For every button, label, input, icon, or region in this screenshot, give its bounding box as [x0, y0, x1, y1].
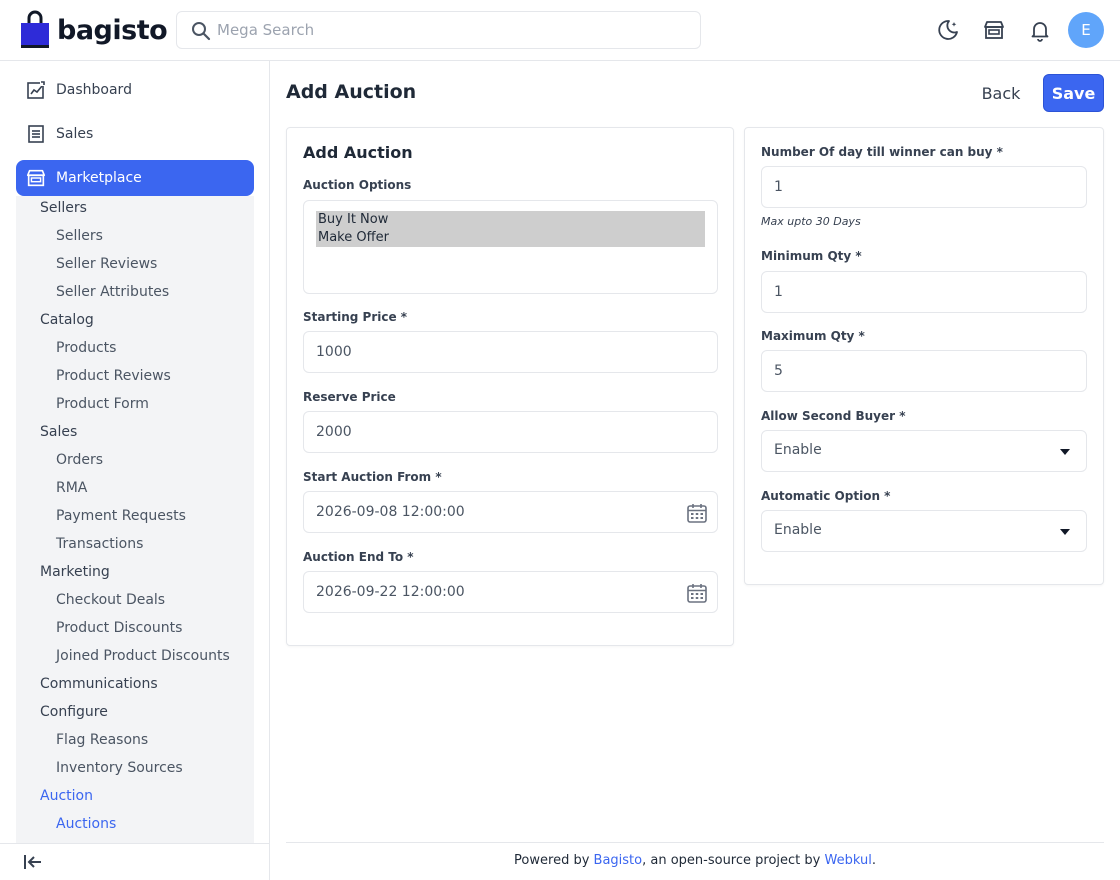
automatic-option-select[interactable]: Enable — [761, 510, 1087, 552]
calendar-icon[interactable] — [686, 502, 708, 524]
auction-options-select[interactable]: Buy It Now Make Offer — [303, 200, 718, 294]
automatic-option-label: Automatic Option * — [761, 489, 891, 503]
submenu-group-sellers[interactable]: Sellers — [40, 200, 87, 216]
marketplace-icon — [24, 166, 48, 190]
starting-price-label: Starting Price * — [303, 310, 408, 324]
sidebar: Dashboard Sales Marketplace Sellers Sell… — [0, 61, 270, 880]
submenu-item-auctions[interactable]: Auctions — [56, 816, 116, 832]
footer-text: . — [871, 853, 876, 868]
maximum-qty-label: Maximum Qty * — [761, 329, 865, 343]
submenu-group-configure[interactable]: Configure — [40, 704, 108, 720]
chevron-down-icon — [1060, 529, 1070, 535]
submenu-item-joined-product-discounts[interactable]: Joined Product Discounts — [56, 648, 230, 664]
days-hint: Max upto 30 Days — [761, 215, 861, 228]
submenu-item-inventory-sources[interactable]: Inventory Sources — [56, 760, 183, 776]
webkul-link[interactable]: Webkul — [824, 853, 871, 868]
start-auction-from-field[interactable] — [303, 491, 718, 533]
minimum-qty-input[interactable] — [774, 272, 1048, 312]
sidebar-menu: Dashboard Sales Marketplace Sellers Sell… — [0, 61, 270, 843]
dark-mode-icon[interactable] — [935, 17, 961, 43]
auction-option[interactable]: Make Offer — [316, 229, 705, 247]
submenu-item-transactions[interactable]: Transactions — [56, 536, 143, 552]
submenu-item-sellers[interactable]: Sellers — [56, 228, 103, 244]
top-bar: bagisto E — [0, 0, 1120, 61]
brand-name: bagisto — [57, 14, 168, 46]
submenu-item-products[interactable]: Products — [56, 340, 116, 356]
auction-end-to-field[interactable] — [303, 571, 718, 613]
footer-text: Powered by — [514, 853, 594, 868]
back-button[interactable]: Back — [970, 74, 1032, 112]
auction-options-label: Auction Options — [303, 178, 412, 192]
brand-logo[interactable]: bagisto — [20, 10, 168, 50]
sidebar-item-dashboard[interactable]: Dashboard — [16, 72, 254, 108]
starting-price-input[interactable] — [316, 332, 679, 372]
bagisto-link[interactable]: Bagisto — [594, 853, 643, 868]
submenu-group-catalog[interactable]: Catalog — [40, 312, 94, 328]
submenu-group-communications[interactable]: Communications — [40, 676, 158, 692]
submenu-item-checkout-deals[interactable]: Checkout Deals — [56, 592, 165, 608]
submenu-item-payment-requests[interactable]: Payment Requests — [56, 508, 186, 524]
sidebar-collapse[interactable] — [0, 843, 270, 880]
sidebar-item-label: Sales — [56, 126, 94, 142]
calendar-icon[interactable] — [686, 582, 708, 604]
avatar-initial: E — [1081, 21, 1091, 39]
days-till-winner-input[interactable] — [774, 167, 1048, 207]
footer: Powered by Bagisto, an open-source proje… — [286, 842, 1104, 880]
footer-text: , an open-source project by — [642, 853, 825, 868]
reserve-price-field[interactable] — [303, 411, 718, 453]
allow-second-buyer-select[interactable]: Enable — [761, 430, 1087, 472]
auction-end-to-input[interactable] — [316, 572, 679, 612]
user-avatar[interactable]: E — [1068, 12, 1104, 48]
submenu-item-rma[interactable]: RMA — [56, 480, 87, 496]
submenu-item-seller-attributes[interactable]: Seller Attributes — [56, 284, 169, 300]
submenu-group-auction[interactable]: Auction — [40, 788, 93, 804]
auction-settings-card: Number Of day till winner can buy * Max … — [744, 127, 1104, 585]
days-till-winner-label: Number Of day till winner can buy * — [761, 145, 1003, 159]
search-input[interactable] — [217, 12, 687, 48]
allow-second-buyer-label: Allow Second Buyer * — [761, 409, 906, 423]
auction-details-card: Add Auction Auction Options Buy It Now M… — [286, 127, 734, 646]
submenu-group-marketing[interactable]: Marketing — [40, 564, 110, 580]
reserve-price-input[interactable] — [316, 412, 679, 452]
submenu-item-seller-reviews[interactable]: Seller Reviews — [56, 256, 157, 272]
submenu-item-product-discounts[interactable]: Product Discounts — [56, 620, 182, 636]
auction-option[interactable]: Buy It Now — [316, 211, 705, 229]
submenu-item-product-reviews[interactable]: Product Reviews — [56, 368, 171, 384]
start-auction-from-label: Start Auction From * — [303, 470, 442, 484]
shopping-bag-icon — [21, 10, 49, 48]
search-icon — [192, 22, 211, 41]
maximum-qty-input[interactable] — [774, 351, 1048, 391]
selected-value: Enable — [774, 522, 822, 538]
save-button[interactable]: Save — [1043, 74, 1104, 112]
sidebar-item-sales[interactable]: Sales — [16, 116, 254, 152]
dashboard-icon — [24, 78, 48, 102]
auction-end-to-label: Auction End To * — [303, 550, 414, 564]
start-auction-from-input[interactable] — [316, 492, 679, 532]
submenu-item-flag-reasons[interactable]: Flag Reasons — [56, 732, 148, 748]
starting-price-field[interactable] — [303, 331, 718, 373]
submenu-group-sales[interactable]: Sales — [40, 424, 77, 440]
submenu-item-orders[interactable]: Orders — [56, 452, 103, 468]
chevron-down-icon — [1060, 449, 1070, 455]
minimum-qty-field[interactable] — [761, 271, 1087, 313]
sidebar-item-marketplace[interactable]: Marketplace — [16, 160, 254, 196]
days-till-winner-field[interactable] — [761, 166, 1087, 208]
card-title: Add Auction — [303, 143, 413, 162]
storefront-icon[interactable] — [981, 17, 1007, 43]
submenu-item-product-form[interactable]: Product Form — [56, 396, 149, 412]
mega-search[interactable] — [176, 11, 701, 49]
maximum-qty-field[interactable] — [761, 350, 1087, 392]
sales-icon — [24, 122, 48, 146]
reserve-price-label: Reserve Price — [303, 390, 396, 404]
minimum-qty-label: Minimum Qty * — [761, 249, 862, 263]
notification-bell-icon[interactable] — [1027, 17, 1053, 43]
sidebar-item-label: Marketplace — [56, 170, 142, 186]
page-title: Add Auction — [286, 81, 417, 103]
collapse-sidebar-icon — [24, 855, 41, 869]
sidebar-item-label: Dashboard — [56, 82, 132, 98]
selected-value: Enable — [774, 442, 822, 458]
